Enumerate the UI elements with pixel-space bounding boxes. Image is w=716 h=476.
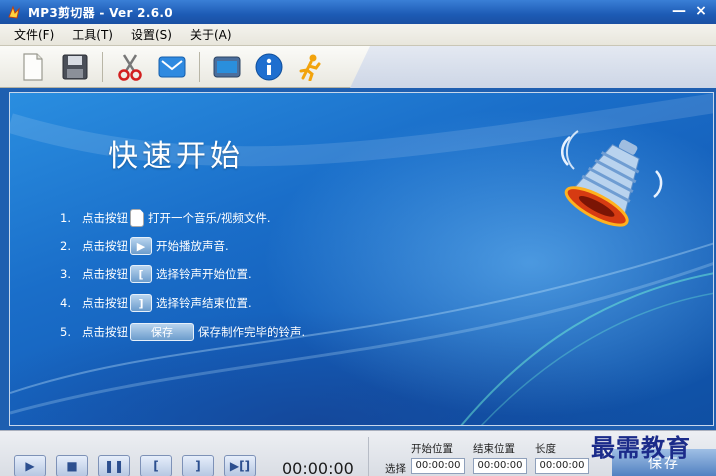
menu-about[interactable]: 关于(A) [190,26,232,43]
play-button[interactable]: ▶ [14,455,46,476]
length-field[interactable]: 00:00:00 [535,458,589,474]
bell-icon [561,130,663,227]
info-icon [255,53,283,81]
play-selection-button[interactable]: ▶[] [224,455,256,476]
scissors-icon [118,54,142,81]
mark-end-icon: ] [130,294,152,312]
menu-bar: 文件(F) 工具(T) 设置(S) 关于(A) [0,24,716,46]
close-button[interactable]: × [692,3,710,20]
start-position-label: 开始位置 [411,443,453,455]
mark-start-button[interactable]: [ [140,455,172,476]
window-title: MP3剪切器 - Ver 2.6.0 [28,5,173,20]
new-file-icon [130,209,144,227]
selection-label: 选择 [385,463,406,475]
app-icon [8,5,20,19]
watermark: 最需教育 [591,433,691,462]
stop-button[interactable]: ■ [56,455,88,476]
end-position-label: 结束位置 [473,443,515,455]
step-text: 选择铃声开始位置. [156,267,252,281]
menu-tools[interactable]: 工具(T) [72,26,113,43]
window-button[interactable] [210,50,244,84]
step-prefix: 点击按钮 [82,296,128,310]
menu-settings[interactable]: 设置(S) [131,26,172,43]
toolbar-banner [350,46,716,88]
position-panel: 开始位置 结束位置 长度 选择 00:00:00 00:00:00 00:00:… [368,437,606,476]
new-file-button[interactable] [16,50,50,84]
step-3: 3. 点击按钮 [ 选择铃声开始位置. [60,263,252,285]
mark-start-icon: [ [130,265,152,283]
menu-file[interactable]: 文件(F) [14,26,54,43]
toolbar [0,46,716,88]
runner-icon [299,54,321,81]
step-prefix: 点击按钮 [82,211,128,225]
new-file-icon [23,53,43,81]
quick-start-panel: 快速开始 1. 点击按钮 打开一个音乐/视频文件. 2. 点击按钮 ▶ 开始播放… [9,92,714,426]
step-number: 1. [60,211,71,225]
step-text: 选择铃声结束位置. [156,296,252,310]
start-position-field[interactable]: 00:00:00 [411,458,465,474]
mail-button[interactable] [155,50,189,84]
step-5: 5. 点击按钮 保存 保存制作完毕的铃声. [60,321,305,343]
mark-end-button[interactable]: ] [182,455,214,476]
length-label: 长度 [535,443,556,455]
step-prefix: 点击按钮 [82,267,128,281]
save-icon: 保存 [130,323,194,341]
pause-button[interactable]: ❚❚ [98,455,130,476]
step-text: 保存制作完毕的铃声. [198,325,306,339]
step-1: 1. 点击按钮 打开一个音乐/视频文件. [60,207,271,229]
step-text: 开始播放声音. [156,239,229,253]
step-number: 3. [60,267,71,281]
step-prefix: 点击按钮 [82,239,128,253]
step-4: 4. 点击按钮 ] 选择铃声结束位置. [60,292,252,314]
current-time: 00:00:00 [282,459,354,476]
save-button[interactable] [58,50,92,84]
title-bar: MP3剪切器 - Ver 2.6.0 — × [0,0,716,24]
toolbar-separator [199,52,200,82]
play-icon: ▶ [130,237,152,255]
info-button[interactable] [252,50,286,84]
window-icon [213,56,241,78]
toolbar-separator [102,52,103,82]
step-text: 打开一个音乐/视频文件. [148,211,271,225]
step-number: 5. [60,325,71,339]
step-prefix: 点击按钮 [82,325,128,339]
save-disk-icon [62,54,88,80]
run-button[interactable] [294,50,328,84]
step-number: 4. [60,296,71,310]
mail-icon [158,56,186,78]
step-2: 2. 点击按钮 ▶ 开始播放声音. [60,235,229,257]
minimize-button[interactable]: — [670,3,688,20]
end-position-field[interactable]: 00:00:00 [473,458,527,474]
cut-button[interactable] [113,50,147,84]
quick-start-title: 快速开始 [108,139,244,174]
step-number: 2. [60,239,71,253]
